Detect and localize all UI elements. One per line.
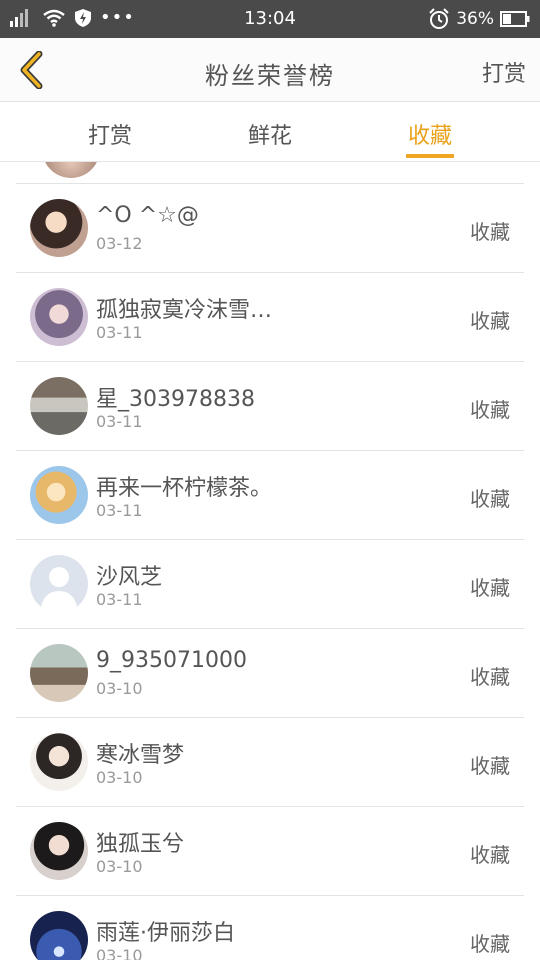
- fan-action-label: 收藏: [470, 754, 510, 778]
- fan-name: 孤独寂寞冷沫雪…: [96, 298, 273, 323]
- battery-percent: 36%: [456, 9, 494, 29]
- list-item[interactable]: 再来一杯柠檬茶。 03-11 收藏: [16, 451, 524, 540]
- avatar[interactable]: [30, 377, 88, 435]
- fan-date: 03-11: [96, 501, 143, 520]
- list-item[interactable]: ^O ^☆@ 03-12 收藏: [16, 184, 524, 273]
- fan-action-label: 收藏: [470, 487, 510, 511]
- alarm-icon: [429, 8, 449, 29]
- chevron-left-icon: [20, 51, 43, 89]
- fan-name: 沙风芝: [96, 565, 163, 590]
- tip-button[interactable]: 打赏: [482, 56, 526, 88]
- battery-icon: [500, 11, 530, 27]
- fan-name: 独孤玉兮: [96, 832, 185, 857]
- avatar[interactable]: [30, 911, 88, 960]
- avatar[interactable]: [30, 733, 88, 791]
- list-item[interactable]: 雨莲·伊丽莎白 03-10 收藏: [16, 896, 524, 960]
- list-item[interactable]: 孤独寂寞冷沫雪… 03-11 收藏: [16, 273, 524, 362]
- fan-action-label: 收藏: [470, 843, 510, 867]
- fan-date: 03-11: [96, 412, 143, 431]
- fan-action-label: 收藏: [470, 398, 510, 422]
- default-user-icon: [40, 567, 78, 613]
- fan-action-label: 收藏: [470, 309, 510, 333]
- tab-flowers[interactable]: 鲜花: [230, 118, 310, 150]
- tab-tip[interactable]: 打赏: [70, 118, 150, 150]
- list-item[interactable]: 寒冰雪梦 03-10 收藏: [16, 718, 524, 807]
- status-bar: ••• 13:04 36%: [0, 0, 540, 38]
- fan-name: ^O ^☆@: [96, 203, 199, 228]
- fan-action-label: 收藏: [470, 932, 510, 956]
- avatar[interactable]: [30, 644, 88, 702]
- app-header: 粉丝荣誉榜 打赏: [0, 38, 540, 102]
- fan-action-label: 收藏: [470, 665, 510, 689]
- page-title: 粉丝荣誉榜: [205, 62, 335, 90]
- status-right-icons: 36%: [428, 8, 530, 30]
- fan-name: 寒冰雪梦: [96, 743, 185, 768]
- list-item[interactable]: 9_935071000 03-10 收藏: [16, 629, 524, 718]
- tab-favorites[interactable]: 收藏: [390, 118, 470, 150]
- list-item[interactable]: 独孤玉兮 03-10 收藏: [16, 807, 524, 896]
- fan-name: 9_935071000: [96, 648, 247, 673]
- fan-date: 03-10: [96, 857, 143, 876]
- fan-action-label: 收藏: [470, 576, 510, 600]
- tab-bar: 打赏 鲜花 收藏: [0, 102, 540, 162]
- fan-date: 03-10: [96, 946, 143, 960]
- avatar[interactable]: [30, 288, 88, 346]
- avatar[interactable]: [30, 822, 88, 880]
- list-item[interactable]: 沙风芝 03-11 收藏: [16, 540, 524, 629]
- fan-date: 03-11: [96, 323, 143, 342]
- fan-action-label: 收藏: [470, 220, 510, 244]
- fan-name: 雨莲·伊丽莎白: [96, 921, 235, 946]
- avatar[interactable]: [30, 555, 88, 613]
- list-item-partial[interactable]: [16, 162, 524, 184]
- fan-date: 03-10: [96, 679, 143, 698]
- fan-list[interactable]: ^O ^☆@ 03-12 收藏 孤独寂寞冷沫雪… 03-11 收藏 星_3039…: [16, 162, 524, 960]
- fan-date: 03-12: [96, 234, 143, 253]
- fan-date: 03-11: [96, 590, 143, 609]
- avatar[interactable]: [30, 199, 88, 257]
- fan-date: 03-10: [96, 768, 143, 787]
- fan-name: 再来一杯柠檬茶。: [96, 476, 273, 501]
- avatar[interactable]: [30, 466, 88, 524]
- back-button[interactable]: [10, 48, 54, 92]
- list-item[interactable]: 星_303978838 03-11 收藏: [16, 362, 524, 451]
- active-tab-indicator: [406, 154, 454, 158]
- avatar: [42, 162, 100, 178]
- fan-name: 星_303978838: [96, 387, 255, 412]
